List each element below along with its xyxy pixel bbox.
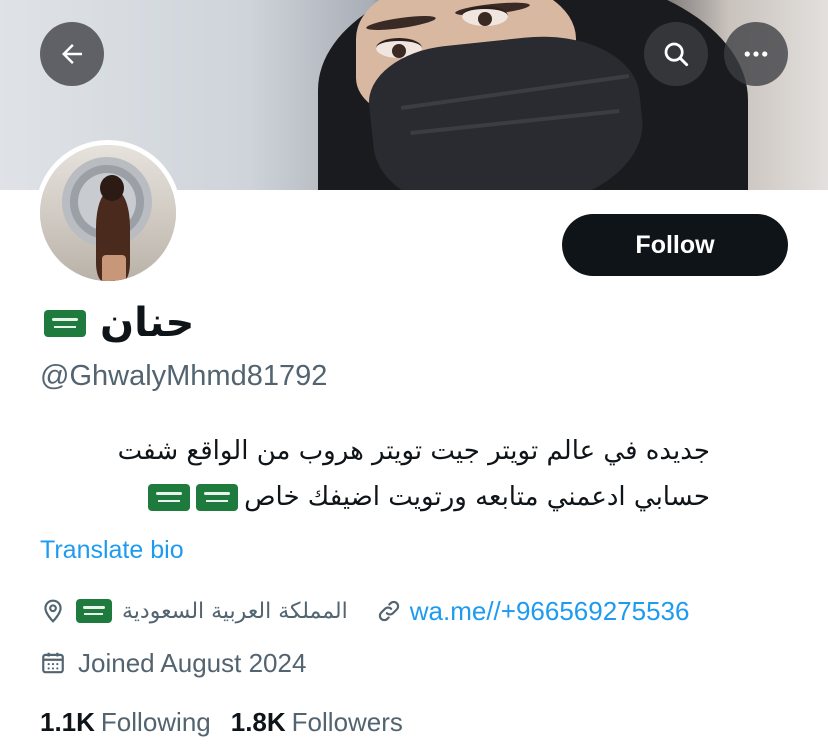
more-horizontal-icon [744, 51, 768, 57]
avatar-image [40, 145, 176, 281]
saudi-flag-icon [44, 309, 86, 337]
profile-website[interactable]: wa.me//+966569275536 [376, 596, 690, 627]
followers-count: 1.8K [230, 706, 286, 737]
profile-meta-row: المملكة العربية السعودية wa.me//+9665692… [40, 592, 689, 630]
search-icon [664, 42, 689, 67]
bio-line: جديده في عالم تويتر جيت تويتر هروب من ال… [117, 436, 710, 466]
profile-stats: 1.1K Following 1.8K Followers [40, 702, 403, 742]
search-button[interactable] [644, 22, 708, 86]
bio-line-text: حسابي ادعمني متابعه ورتويت اضيفك خاص [244, 482, 710, 512]
website-link[interactable]: wa.me//+966569275536 [410, 596, 690, 627]
avatar-person-head [100, 175, 124, 201]
profile-bio: جديده في عالم تويتر جيت تويتر هروب من ال… [40, 428, 710, 520]
avatar[interactable] [35, 140, 181, 286]
more-button[interactable] [724, 22, 788, 86]
following-label: Following [100, 706, 211, 737]
profile-location: المملكة العربية السعودية [40, 598, 348, 624]
location-pin-icon [44, 599, 62, 623]
back-button[interactable] [40, 22, 104, 86]
saudi-flag-icon [196, 484, 239, 511]
bio-line-2: حسابي ادعمني متابعه ورتويت اضيفك خاص [40, 474, 710, 520]
translate-bio-link[interactable]: Translate bio [40, 536, 184, 565]
profile-handle: @GhwalyMhmd81792 [40, 360, 328, 392]
following-count: 1.1K [40, 706, 95, 737]
joined-text: Joined August 2024 [78, 647, 307, 678]
banner-eye [462, 6, 508, 26]
saudi-flag-icon [148, 484, 191, 511]
follow-button[interactable]: Follow [562, 214, 788, 276]
link-icon [378, 600, 399, 622]
profile-name: حنان [100, 300, 195, 346]
saudi-flag-icon [76, 599, 112, 623]
location-text: المملكة العربية السعودية [122, 598, 348, 624]
arrow-left-icon [62, 44, 82, 64]
followers-label: Followers [291, 706, 403, 737]
following-stat[interactable]: 1.1K Following [40, 707, 211, 738]
calendar-icon [42, 652, 64, 674]
followers-stat[interactable]: 1.8K Followers [231, 707, 403, 738]
display-name: حنان [44, 298, 194, 348]
profile-joined: Joined August 2024 [40, 644, 306, 682]
avatar-person-legs [102, 255, 126, 281]
